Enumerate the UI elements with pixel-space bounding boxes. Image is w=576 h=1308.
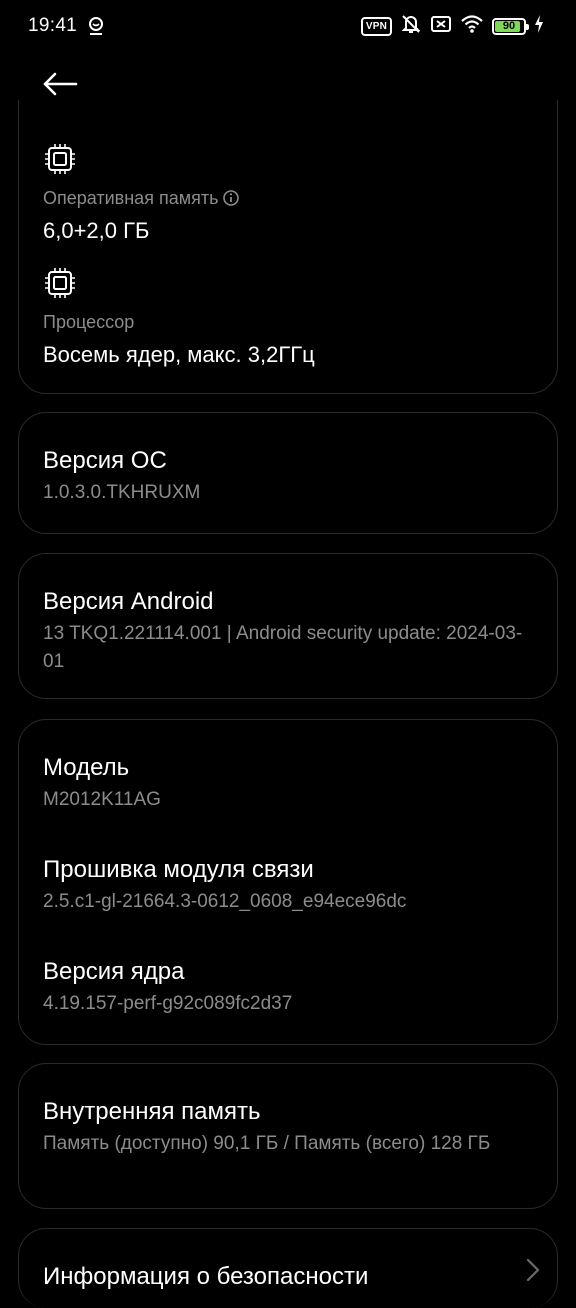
os-version-card[interactable]: Версия ОС 1.0.3.0.TKHRUXM xyxy=(18,412,558,534)
kernel-value: 4.19.157-perf-g92c089fc2d37 xyxy=(43,993,293,1014)
storage-value: Память (доступно) 90,1 ГБ / Память (всег… xyxy=(43,1133,491,1154)
chevron-right-icon xyxy=(526,1258,540,1287)
baseband-title: Прошивка модуля связи xyxy=(43,856,314,883)
battery-icon: 90 xyxy=(492,17,529,35)
model-title: Модель xyxy=(43,754,130,781)
model-value: M2012K11AG xyxy=(43,789,161,810)
android-version-title: Версия Android xyxy=(43,588,214,615)
ram-label: Оперативная память xyxy=(43,188,240,209)
back-arrow-icon xyxy=(43,72,78,96)
kernel-title: Версия ядра xyxy=(43,958,185,985)
ram-label-text: Оперативная память xyxy=(43,188,219,208)
status-time: 19:41 xyxy=(28,15,78,36)
specs-card: Оперативная память 6,0+2,0 ГБ Процессор … xyxy=(18,100,558,394)
mute-icon xyxy=(400,13,422,40)
os-version-value: 1.0.3.0.TKHRUXM xyxy=(43,482,201,503)
storage-title: Внутренняя память xyxy=(43,1098,261,1125)
status-icons: VPN 90 xyxy=(360,13,544,40)
security-info-title: Информация о безопасности xyxy=(43,1263,369,1290)
baseband-value: 2.5.c1-gl-21664.3-0612_0608_e94ece96dc xyxy=(43,891,407,912)
sim-off-icon xyxy=(430,14,452,39)
storage-card[interactable]: Внутренняя память Память (доступно) 90,1… xyxy=(18,1063,558,1209)
battery-level: 90 xyxy=(502,19,516,32)
vpn-icon: VPN xyxy=(360,16,392,36)
wifi-icon xyxy=(460,14,484,39)
android-version-card[interactable]: Версия Android 13 TKQ1.221114.001 | Andr… xyxy=(18,553,558,699)
info-icon[interactable] xyxy=(222,189,240,207)
os-version-title: Версия ОС xyxy=(43,447,167,474)
ram-value: 6,0+2,0 ГБ xyxy=(43,218,150,243)
cpu-value: Восемь ядер, макс. 3,2ГГц xyxy=(43,342,315,367)
processor-chip-icon xyxy=(43,266,77,300)
device-info-card: Модель M2012K11AG Прошивка модуля связи … xyxy=(18,719,558,1045)
android-version-value: 13 TKQ1.221114.001 | Android security up… xyxy=(43,623,523,672)
charging-icon xyxy=(534,14,544,38)
memory-chip-icon xyxy=(43,142,77,176)
cpu-label: Процессор xyxy=(43,312,135,332)
status-bar: 19:41 VPN 90 xyxy=(0,0,576,52)
security-info-card[interactable]: Информация о безопасности xyxy=(18,1228,558,1308)
notification-icon xyxy=(86,15,106,37)
back-button[interactable] xyxy=(36,64,84,104)
